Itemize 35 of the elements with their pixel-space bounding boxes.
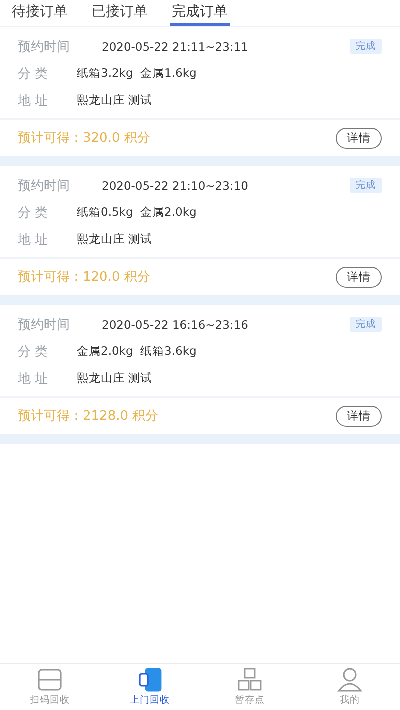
field-label: 分 类 bbox=[18, 66, 50, 82]
nav-tab[interactable]: 上门回收 bbox=[100, 664, 200, 710]
field-label: 地 址 bbox=[18, 92, 50, 110]
points-estimate: 预计可得：120.0 积分 bbox=[18, 269, 150, 286]
details-button[interactable]: 详情 bbox=[336, 406, 382, 426]
tab[interactable]: 已接订单 bbox=[90, 0, 150, 26]
points-estimate: 预计可得：2128.0 积分 bbox=[18, 408, 159, 425]
field-label: 预约时间 bbox=[18, 316, 71, 334]
boxes-icon bbox=[237, 667, 263, 693]
status-tag: 完成 bbox=[350, 178, 382, 193]
field-label: 分 类 bbox=[18, 344, 50, 360]
field-label: 分 类 bbox=[18, 204, 50, 222]
order-time: 2020-05-22 21:10~23:10 bbox=[102, 178, 250, 192]
field-label: 预约时间 bbox=[18, 178, 71, 194]
category-value: 纸箱3.2kg 金属1.6kg bbox=[77, 66, 197, 81]
scan-icon bbox=[37, 667, 63, 693]
field-label: 地 址 bbox=[18, 370, 50, 388]
address-value: 熙龙山庄 测试 bbox=[77, 232, 153, 247]
user-icon bbox=[337, 667, 363, 693]
category-value: 金属2.0kg 纸箱3.6kg bbox=[77, 344, 197, 359]
order-time: 2020-05-22 21:11~23:11 bbox=[102, 40, 250, 54]
points-estimate: 预计可得：320.0 积分 bbox=[18, 130, 150, 147]
tab[interactable]: 完成订单 bbox=[170, 0, 230, 26]
address-value: 熙龙山庄 测试 bbox=[77, 371, 153, 386]
order-time: 2020-05-22 16:16~23:16 bbox=[102, 318, 250, 332]
category-value: 纸箱0.5kg 金属2.0kg bbox=[77, 205, 197, 220]
door-icon bbox=[137, 667, 163, 693]
details-button[interactable]: 详情 bbox=[336, 266, 382, 288]
address-value: 熙龙山庄 测试 bbox=[77, 93, 153, 108]
tab[interactable]: 待接订单 bbox=[10, 0, 70, 26]
field-label: 地 址 bbox=[18, 232, 50, 248]
field-label: 预约时间 bbox=[18, 38, 71, 56]
status-tag: 完成 bbox=[350, 317, 382, 332]
status-tag: 完成 bbox=[350, 39, 382, 54]
details-button[interactable]: 详情 bbox=[336, 128, 382, 148]
